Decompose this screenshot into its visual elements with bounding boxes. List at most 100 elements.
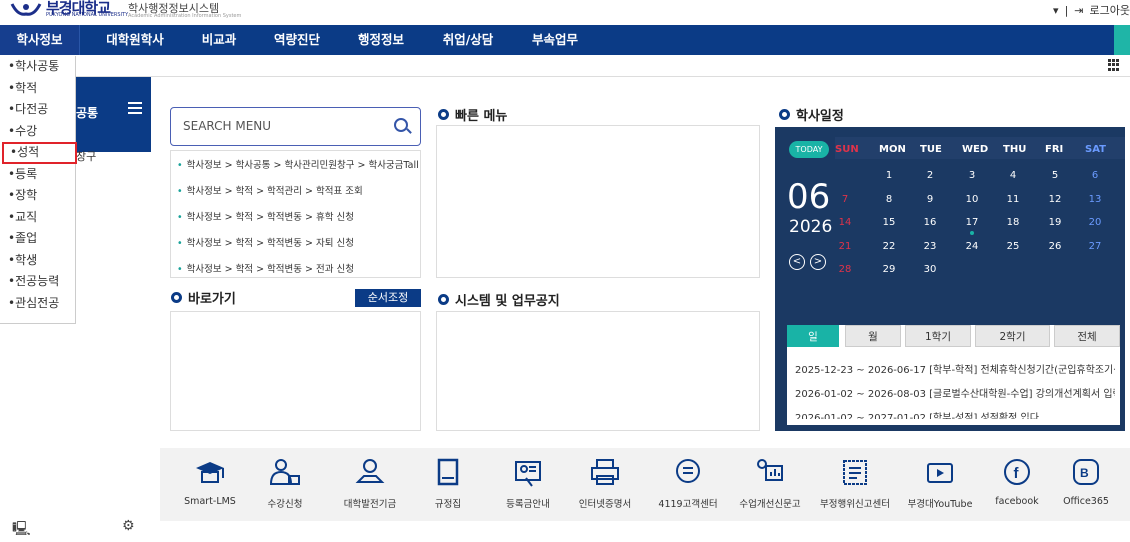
- search-icon[interactable]: [394, 118, 408, 132]
- quick-link-smart-lms[interactable]: Smart-LMS: [170, 456, 250, 507]
- dropdown-item-registry[interactable]: •학적: [0, 78, 75, 100]
- chevron-down-icon[interactable]: ▾: [1053, 4, 1059, 17]
- prev-month-button[interactable]: <: [789, 254, 805, 270]
- dropdown-item-major-competency[interactable]: •전공능력: [0, 271, 75, 293]
- dropdown-item-interest-major[interactable]: •관심전공: [0, 293, 75, 315]
- logo-english-name: PUKYONG NATIONAL UNIVERSITY: [46, 12, 129, 18]
- system-english-name: Academic Administration Information Syst…: [128, 13, 242, 19]
- dropdown-item-scholarship[interactable]: •장학: [0, 185, 75, 207]
- calendar-day[interactable]: 14: [835, 217, 855, 228]
- logout-link[interactable]: 로그아웃: [1090, 2, 1130, 18]
- gnb-academic-info[interactable]: 학사정보: [0, 25, 80, 55]
- calendar-day[interactable]: 28: [835, 264, 855, 275]
- tab-day[interactable]: 일: [787, 325, 839, 347]
- gnb-career[interactable]: 취업/상담: [430, 25, 506, 55]
- shortcuts-panel: [170, 311, 421, 431]
- quick-link-facebook[interactable]: f facebook: [977, 456, 1057, 507]
- quick-link-label: facebook: [995, 496, 1039, 507]
- gnb-subsidiary[interactable]: 부속업무: [520, 25, 590, 55]
- side-menu-item[interactable]: 창구: [76, 148, 96, 164]
- menu-path-item[interactable]: • 학사정보 > 학적 > 학적변동 > 전과 신청: [177, 261, 354, 275]
- tab-semester-1[interactable]: 1학기: [905, 325, 971, 347]
- dropdown-item-multi-major[interactable]: •다전공: [0, 99, 75, 121]
- hamburger-menu-icon[interactable]: [128, 102, 142, 114]
- calendar-day[interactable]: 18: [1003, 217, 1023, 228]
- menu-path-item[interactable]: • 학사정보 > 학적 > 학적변동 > 자퇴 신청: [177, 235, 354, 249]
- quick-link-[interactable]: 부정행위신고센터: [815, 456, 895, 510]
- gnb-graduate[interactable]: 대학원학사: [95, 25, 175, 55]
- tab-semester-2[interactable]: 2학기: [975, 325, 1050, 347]
- quick-link-[interactable]: 수강신청: [245, 456, 325, 510]
- calendar-day[interactable]: 7: [835, 194, 855, 205]
- calendar-day[interactable]: 8: [879, 194, 899, 205]
- dropdown-item-student[interactable]: •학생: [0, 250, 75, 272]
- calendar-day[interactable]: 30: [920, 264, 940, 275]
- monitor-icon[interactable]: 🖳: [12, 518, 31, 542]
- dropdown-item-grades[interactable]: •성적: [2, 142, 77, 164]
- today-button[interactable]: TODAY: [789, 141, 829, 158]
- gnb-extracurricular[interactable]: 비교과: [186, 25, 252, 55]
- calendar-day[interactable]: 20: [1085, 217, 1105, 228]
- calendar-day[interactable]: 25: [1003, 241, 1023, 252]
- next-month-button[interactable]: >: [810, 254, 826, 270]
- quick-link-[interactable]: 규정집: [408, 456, 488, 510]
- calendar-day[interactable]: 3: [962, 170, 982, 181]
- menu-path-item[interactable]: • 학사정보 > 학적 > 학적변동 > 휴학 신청: [177, 209, 354, 223]
- calendar-day[interactable]: 12: [1045, 194, 1065, 205]
- calendar-day[interactable]: 11: [1003, 194, 1023, 205]
- dropdown-item-common[interactable]: •학사공통: [0, 56, 75, 78]
- calendar-day[interactable]: 22: [879, 241, 899, 252]
- dropdown-item-enrollment[interactable]: •등록: [0, 164, 75, 186]
- quick-link-office365[interactable]: B Office365: [1046, 456, 1126, 507]
- calendar-day[interactable]: 9: [920, 194, 940, 205]
- academic-info-dropdown: •학사공통 •학적 •다전공 •수강 •성적 •등록 •장학 •교직 •졸업 •…: [0, 56, 77, 324]
- quick-link-[interactable]: 인터넷증명서: [565, 456, 645, 510]
- calendar-day[interactable]: 4: [1003, 170, 1023, 181]
- dropdown-item-course[interactable]: •수강: [0, 121, 75, 143]
- tab-month[interactable]: 월: [845, 325, 901, 347]
- gear-icon[interactable]: ⚙: [122, 518, 135, 534]
- quick-link-[interactable]: 대학발전기금: [330, 456, 410, 510]
- dropdown-item-graduation[interactable]: •졸업: [0, 228, 75, 250]
- gnb-competency[interactable]: 역량진단: [262, 25, 332, 55]
- quick-link-4119[interactable]: 4119고객센터: [648, 456, 728, 510]
- quick-link-youtube[interactable]: 부경대YouTube: [900, 456, 980, 510]
- quick-menu-title: 빠른 메뉴: [438, 105, 507, 124]
- quick-link-[interactable]: 등록금안내: [488, 456, 568, 510]
- calendar-day[interactable]: 2: [920, 170, 940, 181]
- calendar-day[interactable]: 24: [962, 241, 982, 252]
- grid-menu-icon[interactable]: [1108, 59, 1120, 71]
- svg-text:B: B: [1080, 466, 1089, 480]
- calendar-day[interactable]: 26: [1045, 241, 1065, 252]
- calendar-day[interactable]: 6: [1085, 170, 1105, 181]
- dropdown-item-teaching[interactable]: •교직: [0, 207, 75, 229]
- schedule-item[interactable]: 2026-01-02 ~ 2026-08-03 [글로벌수산대학원-수업] 강의…: [795, 385, 1115, 400]
- logout-icon[interactable]: ⇥: [1074, 4, 1083, 17]
- circle-bullet-icon: [171, 292, 182, 303]
- calendar-day[interactable]: 10: [962, 194, 982, 205]
- calendar-day[interactable]: 23: [920, 241, 940, 252]
- calendar-day[interactable]: 27: [1085, 241, 1105, 252]
- current-month: 06: [787, 177, 831, 217]
- calendar-day[interactable]: 21: [835, 241, 855, 252]
- calendar-day[interactable]: 15: [879, 217, 899, 228]
- side-toggle-button[interactable]: [1114, 25, 1130, 55]
- calendar-day[interactable]: 17: [962, 217, 982, 228]
- reorder-button[interactable]: 순서조정: [355, 289, 421, 307]
- schedule-item[interactable]: 2025-12-23 ~ 2026-06-17 [학부-학적] 전체휴학신청기간…: [795, 361, 1115, 376]
- calendar-day[interactable]: 13: [1085, 194, 1105, 205]
- quick-link-[interactable]: 수업개선신문고: [730, 456, 810, 510]
- tab-all[interactable]: 전체: [1054, 325, 1120, 347]
- menu-path-item[interactable]: • 학사정보 > 학적 > 학적관리 > 학적표 조회: [177, 183, 363, 197]
- calendar-day[interactable]: 1: [879, 170, 899, 181]
- schedule-item[interactable]: 2026-01-02 ~ 2027-01-02 [학부-성적] 성적확정 입다: [795, 409, 1115, 419]
- quick-link-label: 4119고객센터: [658, 499, 718, 510]
- search-menu-input[interactable]: SEARCH MENU: [170, 107, 421, 146]
- menu-path-item[interactable]: • 학사정보 > 학사공통 > 학사관리민원창구 > 학사궁금Tall: [177, 157, 419, 171]
- university-logo-icon[interactable]: [10, 2, 42, 16]
- calendar-day[interactable]: 5: [1045, 170, 1065, 181]
- calendar-day[interactable]: 19: [1045, 217, 1065, 228]
- gnb-admin[interactable]: 행정정보: [346, 25, 416, 55]
- calendar-day[interactable]: 29: [879, 264, 899, 275]
- calendar-day[interactable]: 16: [920, 217, 940, 228]
